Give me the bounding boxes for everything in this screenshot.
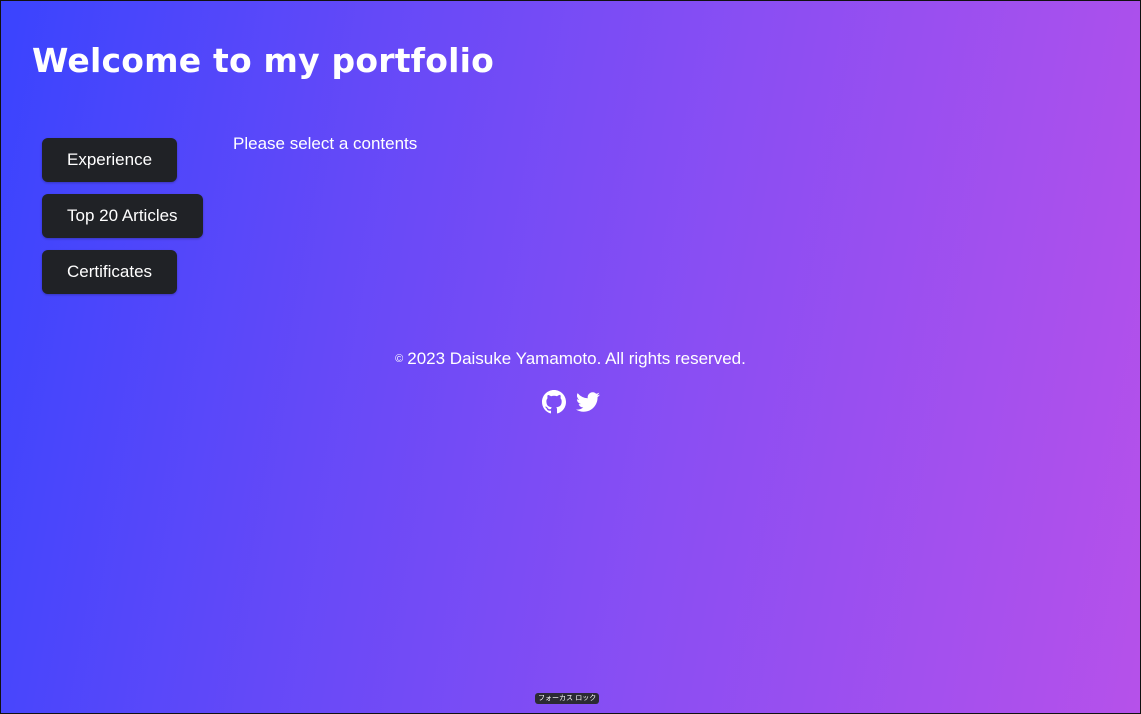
focus-lock-indicator: フォーカス ロック (535, 693, 600, 704)
github-link[interactable] (541, 390, 566, 414)
content-placeholder: Please select a contents (233, 134, 418, 153)
footer: © 2023 Daisuke Yamamoto. All rights reser… (1, 349, 1140, 414)
copyright-text: 2023 Daisuke Yamamoto. All rights reserv… (407, 349, 746, 368)
twitter-link[interactable] (575, 390, 600, 414)
github-icon (541, 390, 566, 414)
copyright-symbol: © (395, 353, 404, 365)
content-nav: Experience Top 20 Articles Certificates (42, 138, 203, 294)
twitter-icon (575, 392, 600, 412)
certificates-button[interactable]: Certificates (42, 250, 178, 294)
experience-button[interactable]: Experience (42, 138, 178, 182)
page-title: Welcome to my portfolio (32, 41, 494, 80)
top-20-articles-button[interactable]: Top 20 Articles (42, 194, 203, 238)
copyright: © 2023 Daisuke Yamamoto. All rights reser… (1, 349, 1140, 369)
social-links (1, 390, 1140, 414)
